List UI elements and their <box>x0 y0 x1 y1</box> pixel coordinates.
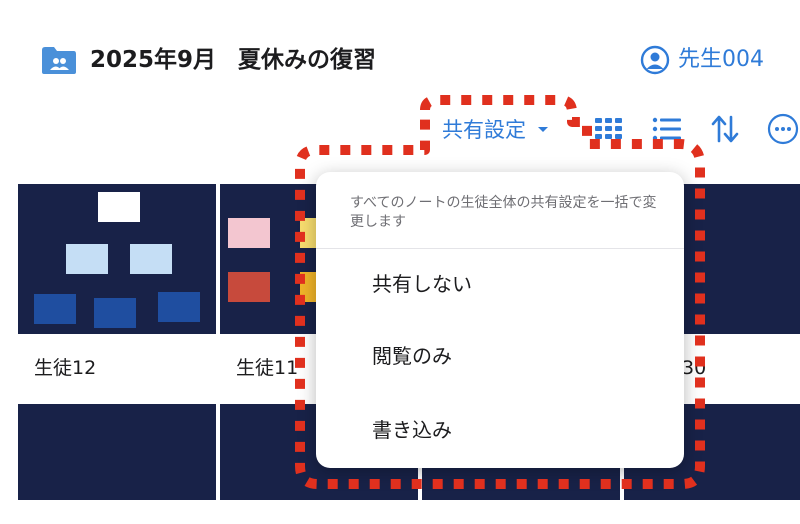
menu-divider <box>316 248 684 249</box>
folder-icon <box>42 47 76 74</box>
user-name: 先生004 <box>678 47 764 72</box>
share-settings-label: 共有設定 <box>442 118 526 142</box>
page-title: 2025年9月 夏休みの復習 <box>90 44 376 76</box>
title-date: 2025年9月 <box>90 47 217 73</box>
title-name: 夏休みの復習 <box>238 47 377 73</box>
note-thumbnail[interactable] <box>18 404 216 500</box>
chevron-down-icon <box>538 127 548 132</box>
user-avatar-icon <box>640 45 670 75</box>
share-settings-button[interactable]: 共有設定 <box>442 114 550 146</box>
share-menu-description: すべてのノートの生徒全体の共有設定を一括で変更します <box>350 195 657 230</box>
user-account[interactable]: 先生004 <box>640 44 764 76</box>
student-name: 30 <box>682 357 707 379</box>
more-icon[interactable] <box>766 112 800 146</box>
share-settings-menu: すべてのノートの生徒全体の共有設定を一括で変更します 共有しない 閲覧のみ 書き… <box>316 172 684 468</box>
sort-icon[interactable] <box>708 112 742 146</box>
grid-view-icon[interactable] <box>592 112 626 146</box>
option-write[interactable]: 書き込み <box>372 416 452 444</box>
option-no-share[interactable]: 共有しない <box>372 270 472 298</box>
student-name: 生徒12 <box>34 357 97 379</box>
note-thumbnail[interactable] <box>18 184 216 334</box>
option-view-only[interactable]: 閲覧のみ <box>372 342 452 370</box>
student-name: 生徒11 <box>236 357 299 379</box>
list-view-icon[interactable] <box>650 112 684 146</box>
